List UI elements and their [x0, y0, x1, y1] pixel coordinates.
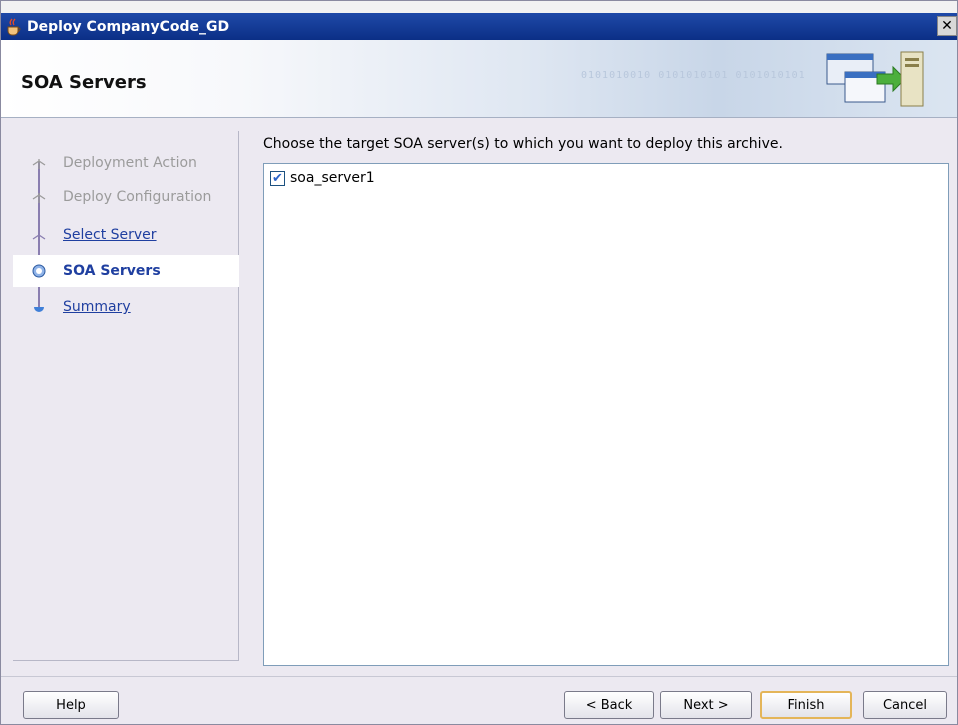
top-strip [1, 1, 957, 13]
checkmark-icon: ✔ [272, 170, 283, 186]
nav-item-label: Summary [63, 299, 131, 315]
title-bar: Deploy CompanyCode_GD ✕ [1, 13, 957, 40]
cancel-button[interactable]: Cancel [863, 691, 947, 719]
nav-item-deployment-action: Deployment Action [13, 147, 239, 179]
step-pending-icon [32, 193, 46, 203]
deploy-dialog: Deploy CompanyCode_GD ✕ SOA Servers 0101… [0, 0, 958, 725]
window-title: Deploy CompanyCode_GD [27, 18, 230, 35]
step-pending-icon [32, 159, 46, 169]
nav-item-summary[interactable]: Summary [13, 291, 239, 323]
wizard-banner: SOA Servers 0101010010 0101010101 010101… [1, 40, 957, 118]
instruction-text: Choose the target SOA server(s) to which… [263, 136, 783, 152]
java-cup-icon [5, 18, 23, 36]
footer-divider [1, 676, 957, 677]
nav-item-select-server[interactable]: Select Server [13, 219, 239, 251]
step-visited-icon [32, 229, 46, 241]
list-item[interactable]: ✔ soa_server1 [270, 170, 375, 186]
step-current-icon [32, 264, 46, 278]
banner-binary-art: 0101010010 0101010101 0101010101 [581, 70, 806, 81]
nav-item-label: Deployment Action [63, 155, 197, 171]
step-next-icon [34, 307, 44, 312]
next-button[interactable]: Next > [660, 691, 752, 719]
close-button[interactable]: ✕ [937, 16, 957, 36]
nav-item-soa-servers[interactable]: SOA Servers [13, 255, 239, 287]
server-list[interactable]: ✔ soa_server1 [263, 163, 949, 666]
close-icon: ✕ [941, 18, 953, 34]
page-title: SOA Servers [21, 72, 147, 93]
wizard-steps-nav: Deployment Action Deploy Configuration S… [13, 131, 239, 661]
finish-button[interactable]: Finish [760, 691, 852, 719]
back-button[interactable]: < Back [564, 691, 654, 719]
server-label: soa_server1 [290, 170, 375, 186]
server-checkbox[interactable]: ✔ [270, 170, 285, 186]
nav-item-deploy-configuration: Deploy Configuration [13, 181, 239, 213]
nav-item-label: SOA Servers [63, 263, 161, 279]
nav-item-label: Select Server [63, 227, 157, 243]
help-button[interactable]: Help [23, 691, 119, 719]
nav-item-label: Deploy Configuration [63, 189, 212, 205]
deploy-windows-icon [826, 51, 924, 107]
